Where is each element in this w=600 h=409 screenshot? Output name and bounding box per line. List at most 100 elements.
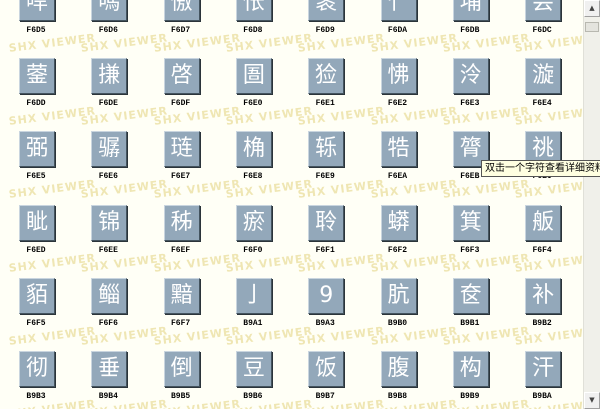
glyph-tile[interactable]: 倒 bbox=[163, 351, 200, 387]
glyph-tile[interactable]: 猃 bbox=[308, 58, 345, 95]
glyph-cell[interactable]: 貊 F6F5 bbox=[0, 277, 71, 350]
glyph-tile[interactable]: 漩 bbox=[525, 58, 562, 95]
glyph-tile[interactable]: 构 bbox=[452, 351, 489, 387]
glyph-cell[interactable]: 啓 F6DF bbox=[144, 58, 216, 130]
glyph-tile[interactable]: 忄 bbox=[380, 0, 417, 21]
glyph-cell[interactable]: 9 B9A3 bbox=[288, 277, 360, 350]
glyph-tile[interactable]: 圄 bbox=[235, 58, 272, 95]
glyph-cell[interactable]: 怫 F6E2 bbox=[361, 58, 433, 130]
glyph-cell[interactable]: 袠 F6D9 bbox=[288, 0, 360, 57]
glyph-tile[interactable]: 骣 bbox=[91, 131, 128, 168]
glyph-tile[interactable]: 鲻 bbox=[91, 277, 128, 314]
glyph-cell[interactable]: 秭 F6EF bbox=[144, 204, 216, 277]
glyph-cell[interactable]: 眦 F6ED bbox=[0, 204, 71, 277]
glyph-tile[interactable]: 聆 bbox=[308, 204, 345, 241]
glyph-cell[interactable]: 漩 F6E4 bbox=[505, 58, 577, 130]
glyph-code-label: F6DC bbox=[532, 26, 552, 35]
glyph-code-label: B9B2 bbox=[532, 318, 552, 328]
glyph-cell[interactable]: 箕 F6F3 bbox=[433, 204, 505, 277]
glyph-tile[interactable]: 搛 bbox=[91, 58, 128, 95]
vertical-scrollbar[interactable]: ▲ ▼ bbox=[583, 0, 600, 409]
glyph-cell[interactable]: 奁 B9B1 bbox=[433, 277, 505, 350]
glyph-tile[interactable]: 怫 bbox=[380, 58, 417, 95]
glyph-tile[interactable]: 埔 bbox=[452, 0, 489, 21]
glyph-cell[interactable]: 尝 F6DC bbox=[505, 0, 577, 57]
glyph-cell[interactable]: 忄 F6DA bbox=[361, 0, 433, 57]
glyph-cell[interactable]: 蓥 F6DD bbox=[0, 58, 71, 130]
glyph-cell[interactable]: 蟒 F6F2 bbox=[361, 204, 433, 277]
glyph-cell[interactable]: 垂 B9B4 bbox=[71, 351, 143, 409]
glyph-cell[interactable]: 弼 F6E5 bbox=[0, 131, 71, 203]
glyph-tile[interactable]: 豆 bbox=[235, 351, 272, 387]
glyph-tile[interactable]: 怅 bbox=[235, 0, 272, 21]
glyph-tile[interactable]: 琏 bbox=[163, 131, 200, 168]
glyph-tile[interactable]: 桷 bbox=[235, 131, 272, 168]
glyph-cell[interactable]: 慠 F6D7 bbox=[144, 0, 216, 57]
glyph-cell[interactable]: 亅 B9A1 bbox=[216, 277, 288, 350]
glyph-cell[interactable]: 聆 F6F1 bbox=[288, 204, 360, 277]
glyph-cell[interactable]: 猃 F6E1 bbox=[288, 58, 360, 130]
glyph-cell[interactable]: 怅 F6D8 bbox=[216, 0, 288, 57]
glyph-cell[interactable]: 补 B9B2 bbox=[505, 277, 577, 350]
scrollbar-thumb[interactable] bbox=[585, 22, 599, 32]
glyph-cell[interactable]: 肮 B9B0 bbox=[361, 277, 433, 350]
glyph-tile[interactable]: 牿 bbox=[380, 131, 417, 168]
glyph-tile[interactable]: 啓 bbox=[163, 58, 200, 95]
glyph-tile[interactable]: 蓥 bbox=[19, 58, 55, 95]
glyph-tile[interactable]: 彻 bbox=[19, 351, 55, 387]
glyph-tile[interactable]: 肮 bbox=[380, 277, 417, 314]
glyph-tile[interactable]: 腹 bbox=[380, 351, 417, 387]
scroll-down-button[interactable]: ▼ bbox=[584, 392, 600, 409]
glyph-tile[interactable]: 蟒 bbox=[380, 204, 417, 241]
glyph-cell[interactable]: 哻 F6D5 bbox=[0, 0, 71, 57]
glyph-tile[interactable]: 哻 bbox=[19, 0, 55, 21]
glyph-tile[interactable]: 泠 bbox=[452, 58, 489, 95]
glyph-tile[interactable]: 锦 bbox=[91, 204, 128, 241]
glyph-cell[interactable]: 鲻 F6F6 bbox=[71, 277, 143, 350]
glyph-tile[interactable]: 眦 bbox=[19, 204, 55, 241]
glyph-tile[interactable]: 亅 bbox=[235, 277, 272, 314]
glyph-tile[interactable]: 黯 bbox=[163, 277, 200, 314]
glyph-cell[interactable]: 轹 F6E9 bbox=[288, 131, 360, 203]
glyph-tile[interactable]: 慠 bbox=[163, 0, 200, 21]
glyph-cell[interactable]: 饭 B9B7 bbox=[288, 351, 360, 409]
glyph-tile[interactable]: 奁 bbox=[452, 277, 489, 314]
scroll-up-button[interactable]: ▲ bbox=[584, 0, 600, 17]
glyph-cell[interactable]: 埔 F6DB bbox=[433, 0, 505, 57]
glyph-cell[interactable]: 瘀 F6F0 bbox=[216, 204, 288, 277]
glyph-cell[interactable]: 腹 B9B8 bbox=[361, 351, 433, 409]
glyph-cell[interactable]: 构 B9B9 bbox=[433, 351, 505, 409]
glyph-cell[interactable]: 锦 F6EE bbox=[71, 204, 143, 277]
glyph-tile[interactable]: 舨 bbox=[525, 204, 562, 241]
glyph-cell[interactable]: 黯 F6F7 bbox=[144, 277, 216, 350]
glyph-tile[interactable]: 箕 bbox=[452, 204, 489, 241]
glyph-cell[interactable]: 豆 B9B6 bbox=[216, 351, 288, 409]
glyph-cell[interactable]: 舨 F6F4 bbox=[505, 204, 577, 277]
glyph-cell[interactable]: 倒 B9B5 bbox=[144, 351, 216, 409]
glyph-cell[interactable]: 圄 F6E0 bbox=[216, 58, 288, 130]
glyph-cell[interactable]: 泠 F6E3 bbox=[433, 58, 505, 130]
glyph-tile[interactable]: 弼 bbox=[19, 131, 55, 168]
glyph-tile[interactable]: 瘀 bbox=[235, 204, 272, 241]
glyph-cell[interactable]: 骣 F6E6 bbox=[71, 131, 143, 203]
glyph-tile[interactable]: 9 bbox=[308, 277, 345, 314]
glyph-tile[interactable]: 尝 bbox=[525, 0, 562, 21]
glyph-cell[interactable]: 搛 F6DE bbox=[71, 58, 143, 130]
glyph-tile[interactable]: 秭 bbox=[163, 204, 200, 241]
glyph-cell[interactable]: 桷 F6E8 bbox=[216, 131, 288, 203]
glyph-code-label: F6E2 bbox=[387, 99, 408, 109]
glyph-cell[interactable]: 彻 B9B3 bbox=[0, 351, 71, 409]
glyph-tile[interactable]: 补 bbox=[525, 277, 562, 314]
glyph-tile[interactable]: 轹 bbox=[308, 131, 345, 168]
glyph-tile[interactable]: 垂 bbox=[91, 351, 128, 387]
hint-tooltip: 双击一个字符查看详细资料 bbox=[481, 160, 600, 177]
glyph-cell[interactable]: 琏 F6E7 bbox=[144, 131, 216, 203]
glyph-tile[interactable]: 袠 bbox=[308, 0, 345, 21]
glyph-cell[interactable]: 汗 B9BA bbox=[505, 351, 577, 409]
glyph-tile[interactable]: 貊 bbox=[19, 277, 55, 314]
glyph-cell[interactable]: 牿 F6EA bbox=[361, 131, 433, 203]
glyph-tile[interactable]: 嗎 bbox=[91, 0, 128, 21]
glyph-cell[interactable]: 嗎 F6D6 bbox=[71, 0, 143, 57]
glyph-tile[interactable]: 饭 bbox=[308, 351, 345, 387]
glyph-tile[interactable]: 汗 bbox=[525, 351, 562, 387]
